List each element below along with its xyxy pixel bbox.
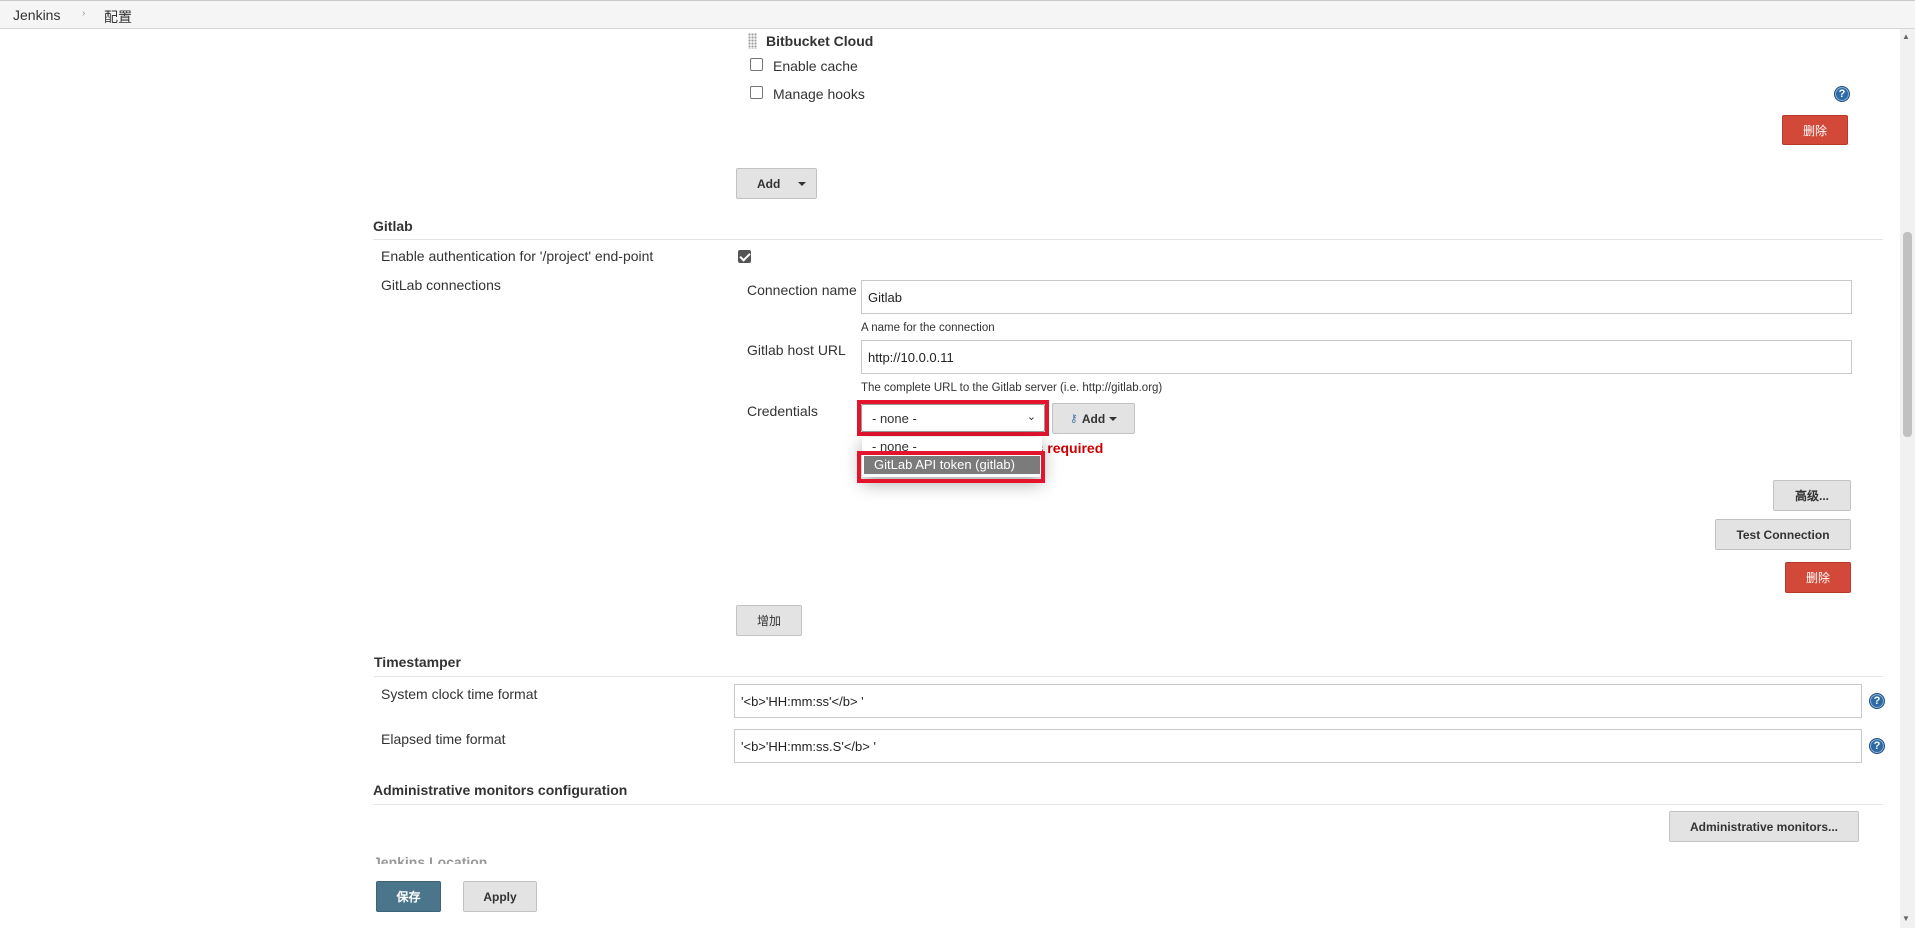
- system-clock-input[interactable]: '<b>'HH:mm:ss'</b> ': [734, 684, 1862, 718]
- help-icon[interactable]: ?: [1869, 693, 1885, 709]
- apply-button[interactable]: Apply: [463, 881, 537, 912]
- vertical-scrollbar[interactable]: ▲ ▼: [1900, 29, 1915, 928]
- admin-monitors-section-title: Administrative monitors configuration: [373, 782, 628, 798]
- bitbucket-add-button[interactable]: Add: [736, 168, 817, 199]
- highlight-credentials-select: [857, 400, 1049, 436]
- manage-hooks-label: Manage hooks: [773, 86, 865, 102]
- help-icon[interactable]: ?: [1869, 738, 1885, 754]
- host-url-input[interactable]: http://10.0.0.11: [861, 340, 1852, 374]
- bottom-sticker: [0, 864, 1900, 928]
- credentials-add-label: Add: [1081, 411, 1106, 426]
- add-connection-button[interactable]: 增加: [736, 605, 802, 636]
- drag-handle-icon[interactable]: [748, 33, 757, 49]
- gitlab-section-title: Gitlab: [373, 218, 413, 234]
- scroll-down-icon[interactable]: ▼: [1902, 914, 1910, 923]
- admin-monitors-button[interactable]: Administrative monitors...: [1669, 811, 1859, 842]
- enable-cache-checkbox[interactable]: [750, 58, 763, 71]
- credentials-label: Credentials: [747, 403, 818, 419]
- advanced-button[interactable]: 高级...: [1773, 480, 1851, 511]
- bitbucket-delete-button[interactable]: 删除: [1782, 115, 1848, 145]
- breadcrumb-jenkins[interactable]: Jenkins: [13, 7, 60, 23]
- highlight-gitlab-token-option: [857, 451, 1045, 483]
- section-divider: [373, 239, 1883, 240]
- key-icon: ⚷: [1069, 413, 1078, 425]
- host-url-help: The complete URL to the Gitlab server (i…: [861, 382, 1163, 394]
- enable-auth-checkbox[interactable]: [738, 250, 751, 263]
- enable-cache-label: Enable cache: [773, 58, 858, 74]
- gitlab-delete-button[interactable]: 删除: [1785, 562, 1851, 593]
- breadcrumb: Jenkins › 配置: [0, 0, 1915, 29]
- bitbucket-title: Bitbucket Cloud: [766, 33, 874, 49]
- scrollbar-thumb[interactable]: [1903, 232, 1912, 437]
- caret-down-icon: [798, 182, 806, 186]
- enable-auth-label: Enable authentication for '/project' end…: [381, 248, 654, 264]
- host-url-label: Gitlab host URL: [747, 342, 846, 358]
- manage-hooks-checkbox[interactable]: [750, 86, 763, 99]
- help-icon[interactable]: ?: [1834, 86, 1850, 102]
- elapsed-time-input[interactable]: '<b>'HH:mm:ss.S'</b> ': [734, 729, 1862, 763]
- breadcrumb-configure[interactable]: 配置: [104, 7, 132, 27]
- system-clock-label: System clock time format: [381, 686, 538, 702]
- connection-name-help: A name for the connection: [861, 322, 995, 334]
- elapsed-time-label: Elapsed time format: [381, 731, 506, 747]
- section-divider: [374, 676, 1883, 677]
- jenkins-location-clip: Jenkins Location: [373, 851, 573, 864]
- caret-down-icon: [1109, 416, 1118, 421]
- jenkins-location-section-title: Jenkins Location: [373, 854, 488, 864]
- connection-name-label: Connection name: [747, 282, 857, 298]
- chevron-right-icon: ›: [82, 8, 86, 19]
- save-button[interactable]: 保存: [376, 881, 441, 912]
- scroll-up-icon[interactable]: ▲: [1902, 32, 1910, 41]
- section-divider: [373, 804, 1883, 805]
- connection-name-input[interactable]: Gitlab: [861, 280, 1852, 314]
- test-connection-button[interactable]: Test Connection: [1715, 519, 1851, 550]
- bitbucket-add-label: Add: [757, 176, 781, 191]
- gitlab-connections-label: GitLab connections: [381, 277, 501, 293]
- credentials-add-button[interactable]: ⚷ Add: [1052, 403, 1135, 434]
- timestamper-section-title: Timestamper: [374, 654, 461, 670]
